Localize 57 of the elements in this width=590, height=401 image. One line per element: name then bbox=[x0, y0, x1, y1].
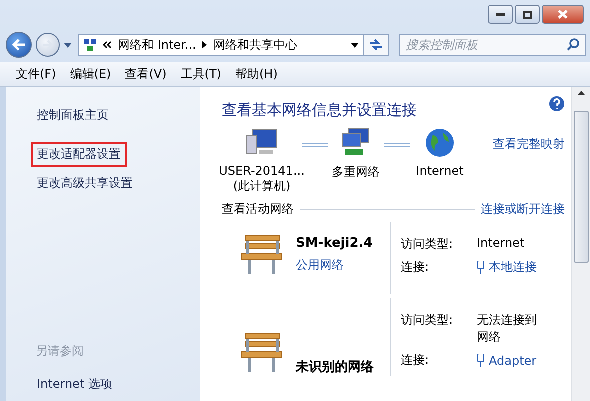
info-label: 连接: bbox=[401, 259, 430, 276]
help-icon[interactable] bbox=[549, 96, 565, 112]
sidebar-link[interactable]: 更改适配器设置 bbox=[31, 142, 127, 167]
close-button[interactable] bbox=[542, 5, 584, 24]
maximize-icon bbox=[523, 10, 532, 18]
menu-item[interactable]: 帮助(H) bbox=[236, 66, 278, 82]
breadcrumb-item[interactable]: 网络和 Inter... bbox=[118, 36, 196, 54]
map-node-label: 多重网络 bbox=[332, 164, 380, 181]
double-chevron-icon bbox=[103, 41, 112, 49]
menu-item[interactable]: 编辑(E) bbox=[70, 66, 112, 82]
breadcrumb-arrow-icon bbox=[202, 41, 208, 49]
network-folder-icon bbox=[83, 38, 97, 52]
back-arrow-icon bbox=[12, 39, 26, 51]
map-node-label: USER-20141... (此计算机) bbox=[219, 164, 305, 195]
maximize-button[interactable] bbox=[515, 5, 540, 24]
network-name: 未识别的网络 bbox=[296, 359, 374, 376]
refresh-arrows-icon bbox=[369, 39, 383, 51]
info-label: 连接: bbox=[401, 352, 430, 369]
sidebar-link[interactable]: 更改高级共享设置 bbox=[31, 171, 139, 196]
globe-icon bbox=[425, 128, 455, 158]
info-value: 无法连接到网络 bbox=[477, 312, 538, 346]
minimize-button[interactable] bbox=[488, 5, 513, 24]
breadcrumb-item[interactable]: 网络和共享中心 bbox=[213, 36, 298, 54]
scrollbar[interactable] bbox=[571, 87, 590, 401]
connector-line bbox=[302, 142, 328, 148]
network-type-link[interactable]: 公用网络 bbox=[296, 257, 373, 274]
info-label: 访问类型: bbox=[401, 236, 454, 253]
address-field[interactable]: 网络和 Inter... 网络和共享中心 bbox=[78, 34, 364, 56]
info-label: 访问类型: bbox=[401, 312, 454, 329]
full-map-link[interactable]: 查看完整映射 bbox=[493, 136, 565, 153]
plug-icon bbox=[477, 354, 485, 367]
minimize-icon bbox=[496, 13, 505, 16]
connection-link[interactable]: 本地连接 bbox=[489, 259, 537, 276]
refresh-button[interactable] bbox=[363, 34, 389, 56]
menu-item[interactable]: 工具(T) bbox=[180, 66, 222, 82]
section-title: 查看活动网络 bbox=[222, 201, 294, 218]
close-icon bbox=[558, 10, 568, 19]
info-value: Internet bbox=[477, 236, 526, 252]
section-title: 另请参阅 bbox=[36, 343, 85, 360]
connection-link[interactable]: Adapter bbox=[489, 354, 537, 368]
page-heading: 查看基本网络信息并设置连接 bbox=[222, 101, 417, 120]
search-field[interactable]: 搜索控制面板 bbox=[399, 34, 586, 56]
scroll-thumb[interactable] bbox=[574, 111, 588, 263]
network-name: SM-keji2.4 bbox=[296, 236, 373, 251]
search-icon bbox=[567, 38, 580, 51]
sidebar-link[interactable]: 控制面板主页 bbox=[31, 103, 115, 128]
scroll-up-icon[interactable] bbox=[578, 91, 584, 95]
connector-line bbox=[384, 142, 410, 148]
connect-disconnect-link[interactable]: 连接或断开连接 bbox=[481, 201, 565, 218]
forward-button[interactable] bbox=[36, 33, 60, 57]
dropdown-arrow-icon[interactable] bbox=[351, 42, 359, 48]
map-node-label: Internet bbox=[416, 164, 464, 178]
sidebar-link[interactable]: Internet 选项 bbox=[31, 372, 118, 397]
menu-item[interactable]: 文件(F) bbox=[16, 66, 56, 82]
back-button[interactable] bbox=[6, 32, 32, 58]
plug-icon bbox=[477, 261, 485, 274]
menu-item[interactable]: 查看(V) bbox=[125, 66, 167, 82]
